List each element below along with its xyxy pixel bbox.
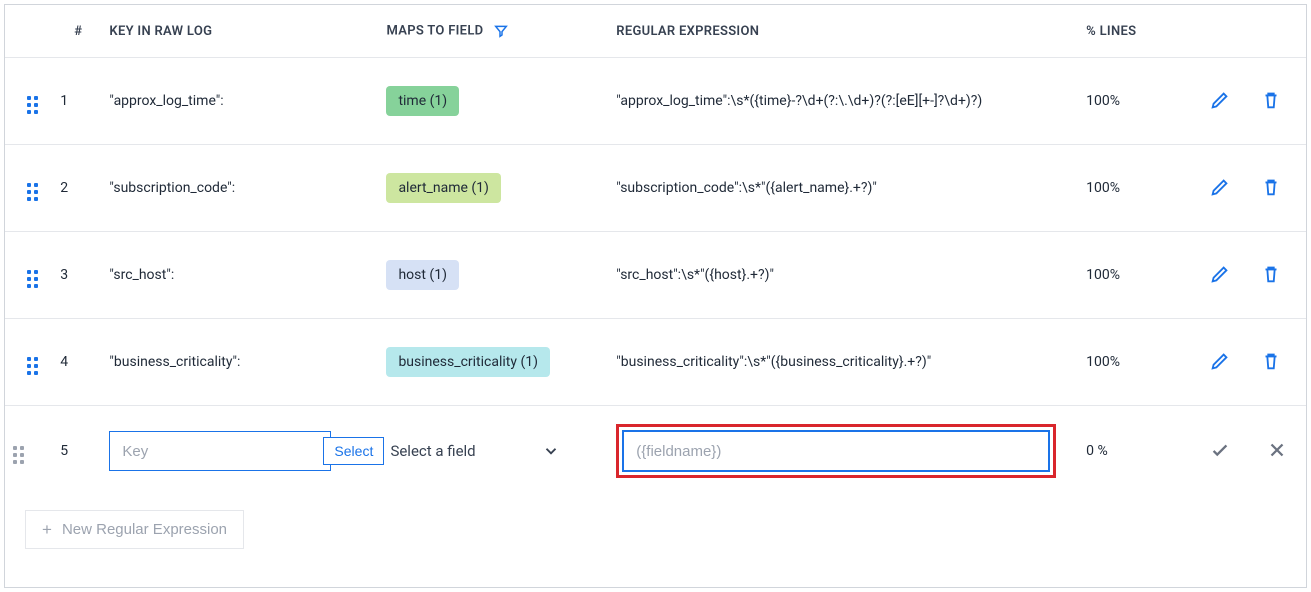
key-input-wrap: Select (109, 431, 331, 471)
table-header-row: # KEY IN RAW LOG MAPS TO FIELD REGULAR E… (5, 5, 1306, 58)
field-badge: business_criticality (1) (386, 347, 550, 377)
filter-icon[interactable] (493, 23, 509, 39)
new-regex-label: New Regular Expression (62, 521, 227, 538)
header-lines: % LINES (1078, 5, 1191, 58)
header-drag (5, 5, 52, 58)
row-key: "src_host": (101, 232, 378, 319)
delete-button[interactable] (1259, 262, 1283, 286)
edit-button[interactable] (1208, 349, 1232, 373)
drag-handle-icon[interactable] (27, 357, 38, 375)
regex-highlight-box (616, 424, 1056, 478)
edit-button[interactable] (1208, 262, 1232, 286)
row-lines: 100% (1078, 145, 1191, 232)
table-footer: + New Regular Expression (5, 496, 1306, 563)
new-regex-button[interactable]: + New Regular Expression (25, 510, 244, 549)
plus-icon: + (42, 521, 52, 538)
delete-button[interactable] (1259, 175, 1283, 199)
table-row-editing: 5 Select Select a field (5, 406, 1306, 497)
drag-handle-icon[interactable] (27, 183, 38, 201)
row-index: 1 (52, 58, 101, 145)
row-key: "business_criticality": (101, 319, 378, 406)
chevron-down-icon (542, 442, 560, 460)
row-lines: 100% (1078, 232, 1191, 319)
row-index: 5 (52, 406, 101, 497)
field-badge: host (1) (386, 260, 459, 290)
row-index: 2 (52, 145, 101, 232)
row-lines: 100% (1078, 319, 1191, 406)
table-row: 1 "approx_log_time": time (1) "approx_lo… (5, 58, 1306, 145)
row-regex: "subscription_code":\s*"({alert_name}.+?… (608, 145, 1078, 232)
confirm-button[interactable] (1208, 438, 1232, 462)
drag-handle-icon[interactable] (27, 270, 38, 288)
row-lines: 0 % (1078, 406, 1191, 497)
row-index: 4 (52, 319, 101, 406)
key-input[interactable] (120, 442, 323, 461)
row-index: 3 (52, 232, 101, 319)
row-key: "subscription_code": (101, 145, 378, 232)
field-select[interactable]: Select a field (386, 431, 566, 471)
field-select-placeholder: Select a field (390, 442, 475, 460)
row-regex: "business_criticality":\s*"({business_cr… (608, 319, 1078, 406)
header-delete (1248, 5, 1306, 58)
table-row: 4 "business_criticality": business_criti… (5, 319, 1306, 406)
drag-handle-icon[interactable] (27, 96, 38, 114)
edit-button[interactable] (1208, 88, 1232, 112)
field-badge: time (1) (386, 86, 459, 116)
header-index: # (52, 5, 101, 58)
header-key: KEY IN RAW LOG (101, 5, 378, 58)
header-edit (1191, 5, 1248, 58)
select-key-button[interactable]: Select (323, 437, 384, 465)
row-lines: 100% (1078, 58, 1191, 145)
row-key: "approx_log_time": (101, 58, 378, 145)
delete-button[interactable] (1259, 349, 1283, 373)
header-field-label: MAPS TO FIELD (386, 23, 483, 38)
row-regex: "approx_log_time":\s*({time}-?\d+(?:\.\d… (608, 58, 1078, 145)
drag-handle-icon[interactable] (13, 446, 24, 464)
delete-button[interactable] (1259, 88, 1283, 112)
regex-mapping-panel: # KEY IN RAW LOG MAPS TO FIELD REGULAR E… (4, 4, 1307, 588)
header-regex: REGULAR EXPRESSION (608, 5, 1078, 58)
cancel-button[interactable] (1265, 438, 1289, 462)
table-row: 2 "subscription_code": alert_name (1) "s… (5, 145, 1306, 232)
field-badge: alert_name (1) (386, 173, 500, 203)
header-field[interactable]: MAPS TO FIELD (378, 5, 608, 58)
row-regex: "src_host":\s*"({host}.+?)" (608, 232, 1078, 319)
table-row: 3 "src_host": host (1) "src_host":\s*"({… (5, 232, 1306, 319)
edit-button[interactable] (1208, 175, 1232, 199)
regex-input[interactable] (622, 430, 1050, 472)
mapping-table: # KEY IN RAW LOG MAPS TO FIELD REGULAR E… (5, 5, 1306, 496)
